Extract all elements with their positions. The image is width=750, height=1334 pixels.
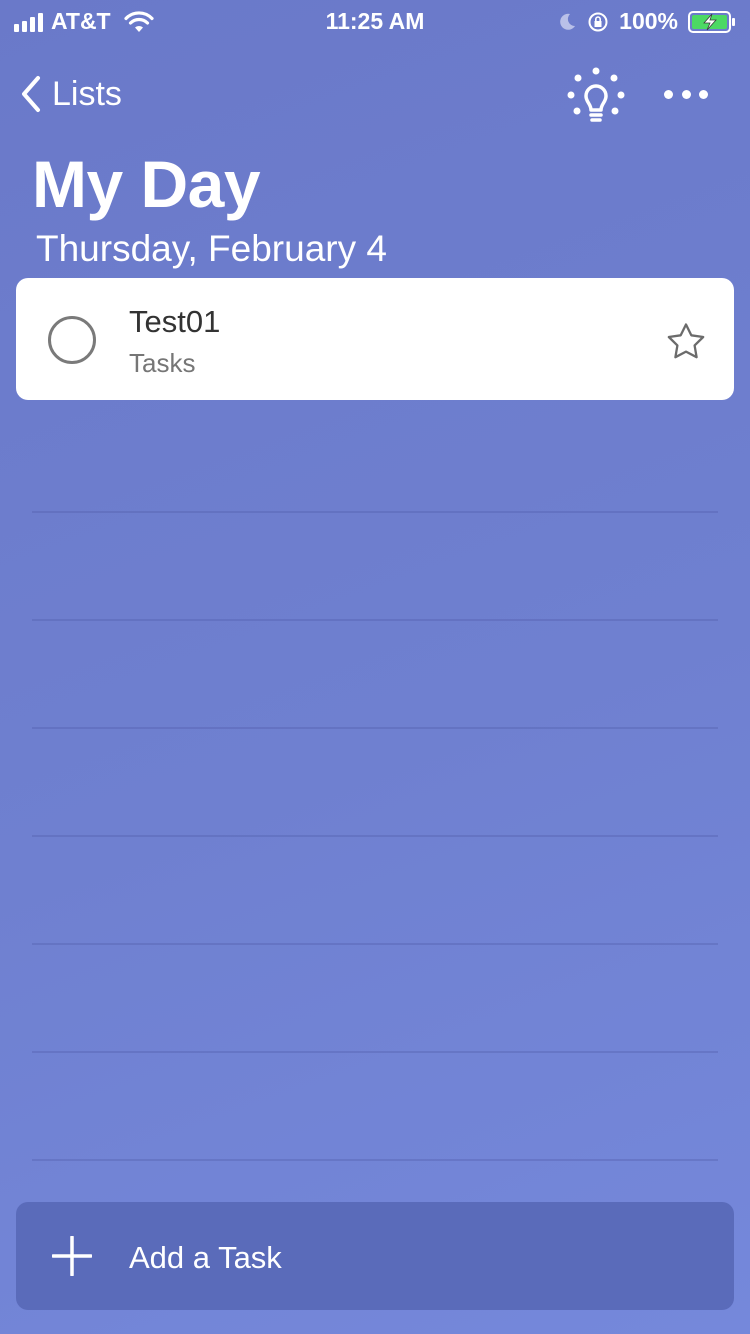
- back-button[interactable]: Lists: [18, 74, 122, 114]
- back-label: Lists: [52, 74, 122, 113]
- divider: [32, 727, 718, 729]
- complete-checkbox[interactable]: [48, 316, 96, 364]
- divider: [32, 943, 718, 945]
- task-item[interactable]: Test01 Tasks: [16, 278, 734, 400]
- add-task-button[interactable]: Add a Task: [16, 1202, 734, 1310]
- status-bar: AT&T 11:25 AM 100%: [0, 0, 750, 42]
- status-bar-right: 100%: [557, 8, 736, 35]
- divider: [32, 835, 718, 837]
- divider: [32, 619, 718, 621]
- chevron-left-icon: [22, 76, 40, 112]
- rotation-lock-icon: [588, 12, 608, 31]
- battery-charging-icon: [688, 10, 735, 33]
- task-title: Test01: [129, 304, 221, 339]
- lightbulb-icon[interactable]: [564, 66, 628, 126]
- moon-icon: [560, 13, 576, 30]
- nav-bar: Lists: [0, 60, 750, 132]
- page-title: My Day: [32, 147, 261, 221]
- task-list-name: Tasks: [129, 348, 196, 378]
- divider: [32, 511, 718, 513]
- divider: [32, 1159, 718, 1161]
- add-task-label: Add a Task: [129, 1240, 282, 1275]
- plus-icon: [52, 1236, 92, 1276]
- page-date: Thursday, February 4: [36, 228, 387, 269]
- divider: [32, 1051, 718, 1053]
- battery-percent: 100%: [619, 8, 678, 34]
- more-icon[interactable]: [664, 78, 708, 110]
- star-icon[interactable]: [666, 322, 706, 360]
